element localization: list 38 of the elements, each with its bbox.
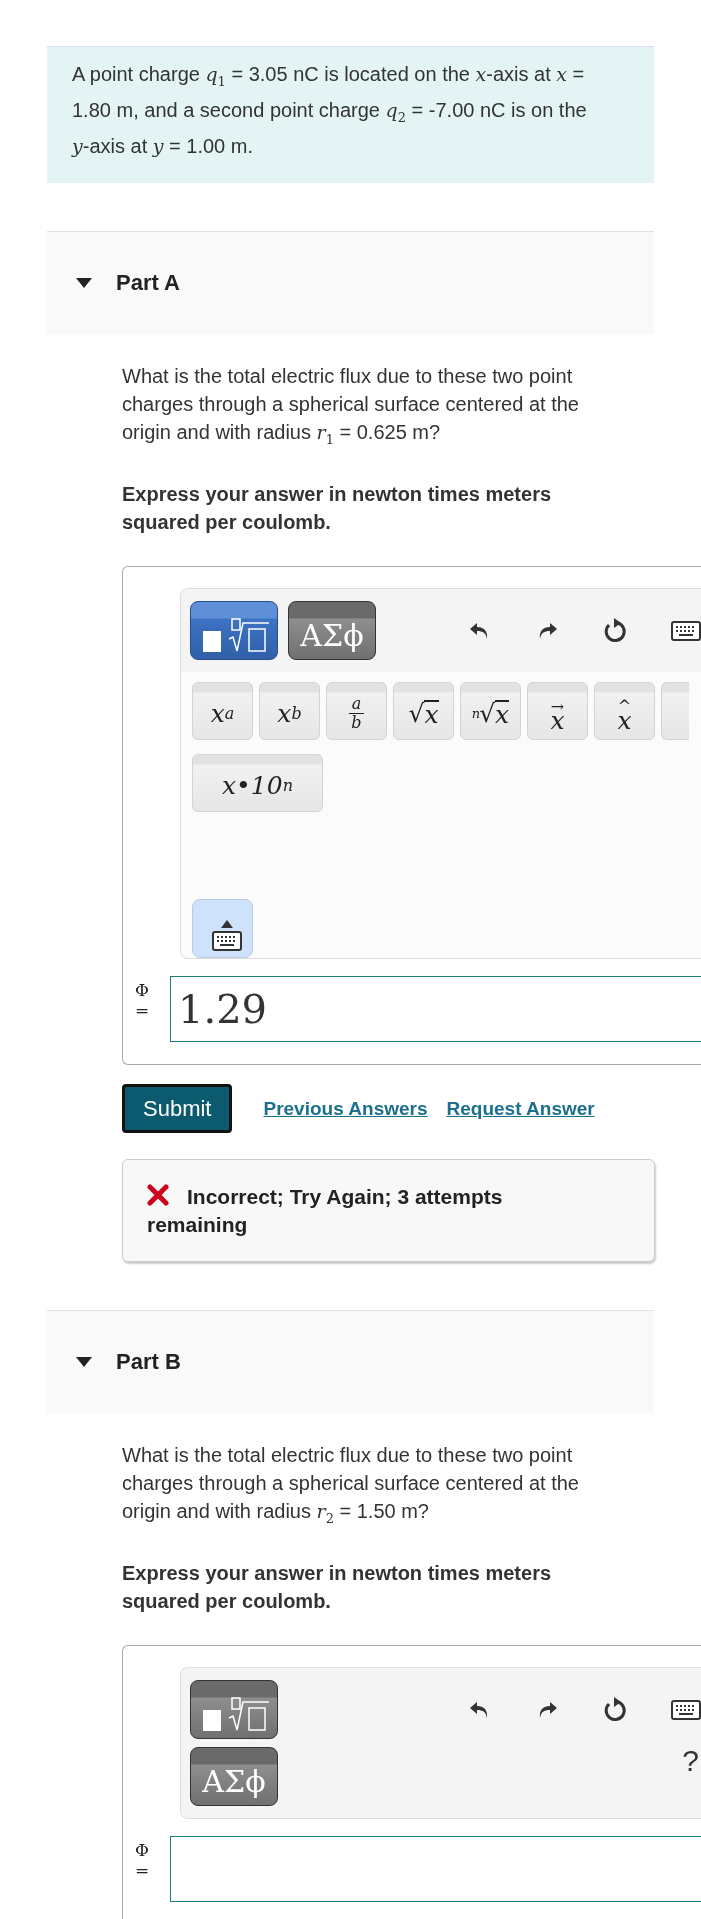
- instruction-text: Express your answer in newton times meters squared per coulomb.: [122, 1561, 553, 1614]
- part-title: Part B: [116, 1349, 181, 1375]
- palette-button[interactable]: x•10$^{n}$: [192, 754, 323, 812]
- templates-button[interactable]: [190, 601, 278, 660]
- question-text: What is the total electric flux due to these two point charges through a spherical surface centered at the origin and with radius r$_{1}$ = 0.625 m?: [122, 364, 580, 449]
- cross-icon: [147, 1184, 169, 1206]
- help-button[interactable]: ?: [682, 1744, 699, 1778]
- feedback-text: Incorrect; Try Again; 3 attempts remaining: [147, 1183, 504, 1238]
- caret-icon[interactable]: [75, 277, 93, 289]
- answer-link[interactable]: Previous Answers: [263, 1097, 428, 1120]
- answer-field[interactable]: [170, 1836, 701, 1902]
- palette-button[interactable]: a b: [326, 682, 387, 740]
- reset-icon[interactable]: [602, 617, 628, 645]
- answer-field[interactable]: 1.29: [170, 976, 701, 1042]
- part-header[interactable]: Part A: [47, 231, 654, 334]
- symbols-button[interactable]: ΑΣϕ: [190, 1747, 278, 1806]
- palette-button[interactable]: →x: [527, 682, 588, 740]
- part-header[interactable]: Part B: [47, 1310, 654, 1413]
- caret-icon[interactable]: [75, 1356, 93, 1368]
- reset-icon[interactable]: [602, 1696, 628, 1724]
- palette-button[interactable]: x$^{a}$: [192, 682, 253, 740]
- problem-text: A point charge q$_{1}$ = 3.05 nC is located on the x-axis at x = 1.80 m, and a second point charge q$_{2}$ = -7.00 nC is on the y-axis at y = 1.00 m.: [72, 62, 588, 159]
- submit-button[interactable]: Submit: [122, 1084, 233, 1133]
- caret-icon: [220, 920, 233, 928]
- keyboard-toggle[interactable]: [192, 899, 253, 958]
- instruction-text: Express your answer in newton times meters squared per coulomb.: [122, 482, 553, 535]
- palette-button[interactable]: ^x: [594, 682, 655, 740]
- palette-button[interactable]: √x: [393, 682, 454, 740]
- answer-label: Φ =: [133, 980, 151, 1020]
- answer-label: Φ =: [133, 1840, 151, 1880]
- keyboard-icon[interactable]: [671, 1700, 701, 1720]
- symbols-button[interactable]: ΑΣϕ: [288, 601, 376, 660]
- part-title: Part A: [116, 270, 180, 296]
- keyboard-icon: [211, 931, 242, 951]
- keyboard-icon[interactable]: [671, 621, 701, 641]
- answer-link[interactable]: Request Answer: [446, 1097, 595, 1120]
- templates-button[interactable]: [190, 1680, 278, 1739]
- question-text: What is the total electric flux due to these two point charges through a spherical surface centered at the origin and with radius r$_{2}$ = 1.50 m?: [122, 1443, 580, 1528]
